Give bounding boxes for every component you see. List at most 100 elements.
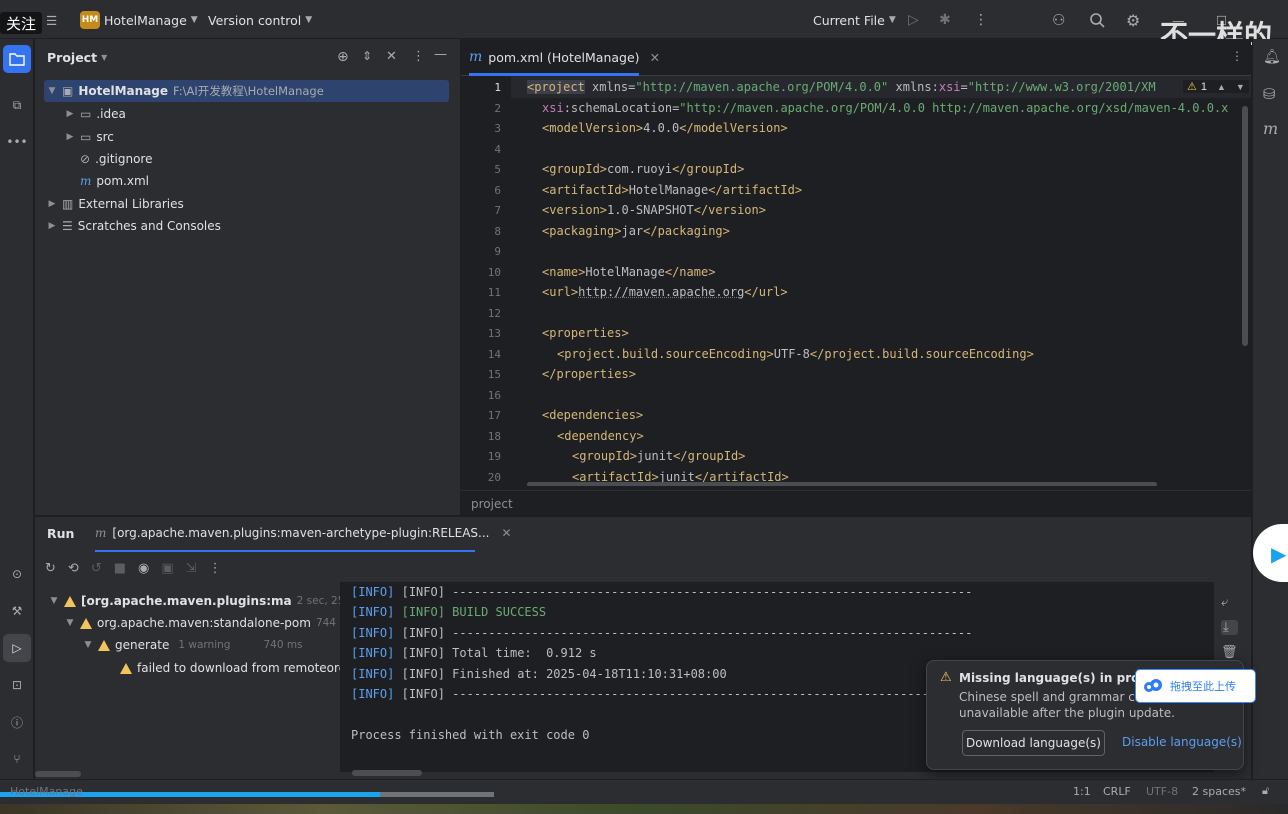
- run-tab[interactable]: m [org.apache.maven.plugins:maven-archet…: [95, 526, 512, 540]
- tree-item-external-libraries[interactable]: ▶ ▥ External Libraries: [47, 193, 184, 215]
- tab-options-icon[interactable]: ⋮: [1231, 49, 1243, 63]
- add-user-button[interactable]: ⚇: [1052, 9, 1065, 31]
- soft-wrap-icon[interactable]: ⤶: [1221, 595, 1238, 610]
- chevron-right-icon: ▶: [48, 199, 56, 209]
- expand-all-icon[interactable]: ⇕: [362, 49, 372, 63]
- warning-icon: ⚠: [940, 670, 952, 685]
- line-number: 10: [487, 265, 501, 279]
- tree-item-label: .gitignore: [95, 152, 153, 166]
- tree-item-pom[interactable]: m pom.xml: [80, 170, 149, 192]
- run-tree-time: 740 ms: [263, 639, 303, 651]
- line-number: 3: [494, 122, 501, 135]
- stop-icon[interactable]: ■: [114, 561, 126, 576]
- tree-item-gitignore[interactable]: ⊘ .gitignore: [80, 148, 152, 170]
- upload-drop-badge[interactable]: 拖拽至此上传: [1135, 669, 1256, 703]
- chevron-down-icon[interactable]: ▼: [1236, 82, 1245, 92]
- eye-icon[interactable]: ◉: [138, 561, 149, 576]
- tree-scrollbar[interactable]: [35, 771, 81, 777]
- disable-languages-link[interactable]: Disable language(s): [1122, 735, 1242, 749]
- toggle-offline-icon[interactable]: ↺: [91, 561, 102, 576]
- status-encoding[interactable]: UTF-8: [1146, 785, 1178, 798]
- code-editor[interactable]: 1 2 3 4 5 6 7 8 9 10 11 12 13 14 15 16 17 18 19 20 <project…: [461, 76, 1251, 486]
- vcs-menu[interactable]: Version control ▼: [208, 9, 312, 31]
- main-menu-button[interactable]: ☰: [46, 9, 57, 31]
- search-button[interactable]: [1089, 9, 1105, 31]
- warning-icon: [120, 662, 132, 674]
- status-line-separator[interactable]: CRLF: [1103, 785, 1131, 798]
- structure-tool-button[interactable]: ⧉: [3, 91, 31, 119]
- camera-icon[interactable]: ▣: [161, 561, 173, 576]
- build-tool-button[interactable]: ⚒: [3, 597, 31, 625]
- chevron-up-icon[interactable]: ▲: [1217, 82, 1226, 92]
- tree-root-hotelmanage[interactable]: ▼ ▣ HotelManage F:\AI开发教程\HotelManage: [47, 80, 324, 102]
- download-languages-button[interactable]: Download language(s): [962, 730, 1105, 756]
- editor-tab-label: pom.xml (HotelManage): [488, 49, 640, 65]
- run-tree-item[interactable]: ▼ org.apache.maven:standalone-pom 744 ms: [65, 612, 355, 634]
- terminal-tool-button[interactable]: ⊡: [3, 671, 31, 699]
- options-icon[interactable]: ⋮: [412, 49, 425, 64]
- run-tree-item[interactable]: failed to download from remoteorg.ec: [120, 657, 340, 679]
- bug-icon: ✱: [939, 12, 951, 28]
- tree-item-scratches[interactable]: ▶ ☰ Scratches and Consoles: [47, 215, 221, 237]
- line-number: 8: [494, 224, 501, 238]
- debug-button[interactable]: ✱: [939, 9, 951, 31]
- more-vertical-icon[interactable]: ⋮: [209, 561, 222, 576]
- run-tree-item[interactable]: ▼ generate 1 warning 740 ms: [83, 634, 303, 656]
- project-tool-button[interactable]: [3, 45, 31, 73]
- notifications-icon[interactable]: 🔔︎: [1263, 49, 1281, 65]
- floating-media-button[interactable]: ▶: [1253, 524, 1288, 582]
- close-icon[interactable]: ✕: [501, 526, 511, 540]
- chevron-down-icon: ▼: [888, 15, 896, 25]
- scroll-to-end-icon[interactable]: ⤓: [1221, 620, 1238, 635]
- maven-file-icon: m: [469, 49, 483, 65]
- problems-tool-button[interactable]: ⓘ: [3, 708, 31, 736]
- inspection-widget[interactable]: ⚠ 1 ▲ ▼: [1183, 80, 1249, 93]
- horizontal-scrollbar[interactable]: [527, 482, 1157, 486]
- services-icon: ⊙: [11, 567, 23, 581]
- title-bar: 关注 ☰ HM HotelManage ▼ Version control ▼ …: [0, 0, 1288, 52]
- warning-icon: [64, 595, 76, 607]
- trash-icon[interactable]: 🗑︎: [1221, 645, 1238, 660]
- run-tree-root[interactable]: ▼ [org.apache.maven.plugins:ma 2 sec, 25…: [49, 590, 371, 612]
- collapse-all-icon[interactable]: ✕: [386, 49, 397, 64]
- lock-icon[interactable]: 🔓︎: [1262, 784, 1269, 798]
- vertical-scrollbar[interactable]: [1242, 106, 1248, 346]
- run-button[interactable]: ▷: [908, 9, 919, 31]
- rerun-failed-icon[interactable]: ⟲: [68, 561, 79, 576]
- left-tool-strip: ⧉ ••• ⊙ ⚒ ▷ ⊡ ⓘ ⑂: [0, 39, 34, 779]
- more-tools-button[interactable]: •••: [3, 128, 31, 156]
- follow-overlay[interactable]: 关注: [0, 12, 43, 34]
- run-config-selector[interactable]: Current File ▼: [813, 9, 896, 31]
- breadcrumb[interactable]: project: [461, 490, 1251, 516]
- maven-tool-icon[interactable]: m: [1263, 119, 1278, 138]
- status-indent[interactable]: 2 spaces*: [1192, 785, 1246, 798]
- more-actions-button[interactable]: ⋮: [974, 9, 988, 31]
- locate-icon[interactable]: ⊕: [337, 49, 349, 65]
- hide-panel-icon[interactable]: —: [434, 47, 447, 62]
- project-panel-title[interactable]: Project ▼: [47, 50, 107, 65]
- status-position[interactable]: 1:1: [1073, 785, 1091, 798]
- rerun-icon[interactable]: ↻: [45, 561, 56, 576]
- close-icon[interactable]: ✕: [650, 50, 660, 65]
- console-scrollbar[interactable]: [352, 770, 422, 776]
- chevron-down-icon: ▼: [305, 15, 313, 25]
- database-icon[interactable]: ⛁: [1263, 85, 1276, 103]
- git-tool-button[interactable]: ⑂: [3, 745, 31, 773]
- code-line: <name>HotelManage</name>: [542, 265, 716, 279]
- gear-icon: ⚙: [1126, 10, 1141, 30]
- run-tree-label: generate: [115, 638, 170, 652]
- line-number: 1: [494, 81, 501, 94]
- run-tool-button[interactable]: ▷: [3, 634, 31, 662]
- status-project[interactable]: HotelManage: [10, 785, 83, 798]
- export-icon[interactable]: ⇲: [186, 561, 197, 576]
- settings-button[interactable]: ⚙: [1126, 9, 1140, 31]
- console-line: [INFO] [INFO] --------------------------…: [351, 585, 973, 599]
- tree-item-src[interactable]: ▶ ▭ src: [65, 126, 114, 148]
- project-switcher[interactable]: HM HotelManage ▼: [80, 9, 198, 31]
- line-number: 2: [494, 101, 501, 115]
- notification-body-line1: Chinese spell and grammar check: [959, 690, 1164, 704]
- services-tool-button[interactable]: ⊙: [3, 560, 31, 588]
- tree-item-idea[interactable]: ▶ ▭ .idea: [65, 103, 126, 125]
- editor-tab-pom[interactable]: m pom.xml (HotelManage) ✕: [469, 49, 660, 65]
- code-line: <groupId>junit</groupId>: [572, 449, 746, 463]
